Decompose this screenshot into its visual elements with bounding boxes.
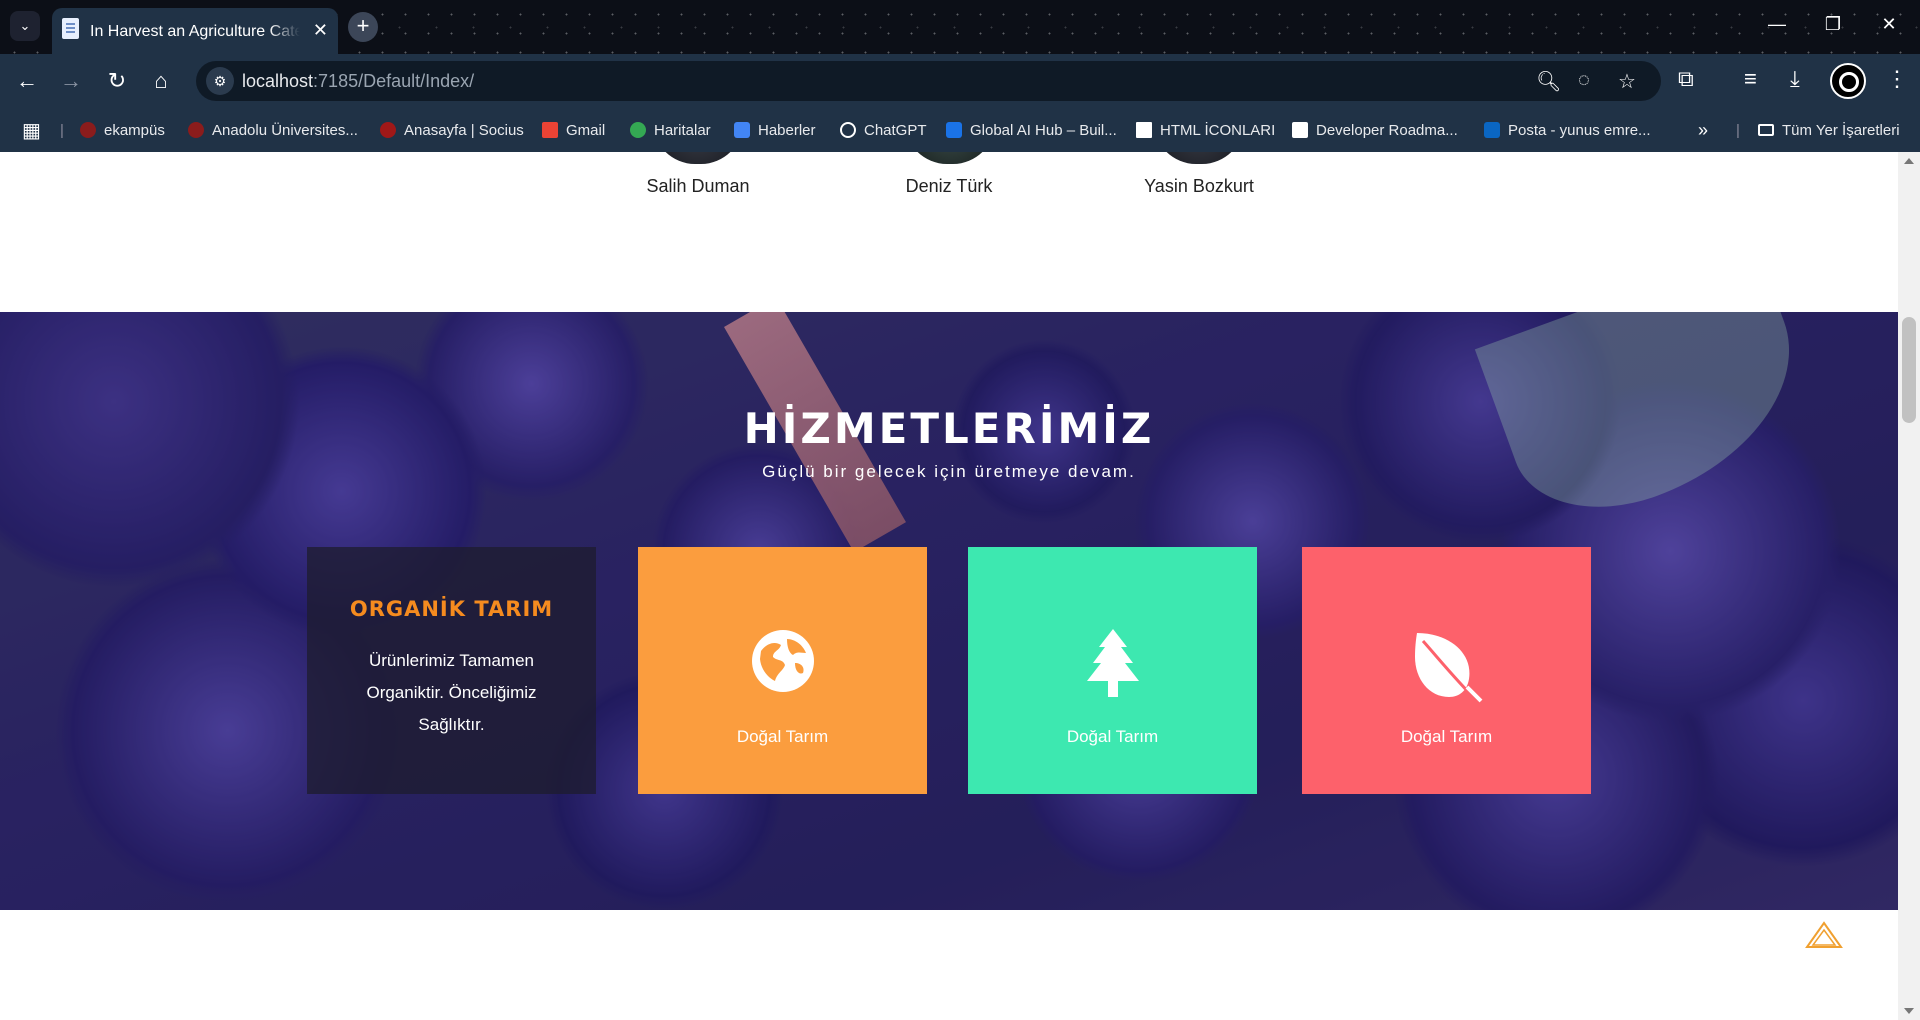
apps-icon[interactable]: ▦: [22, 108, 41, 152]
bookmark-label: Anasayfa | Socius: [404, 121, 524, 139]
menu-icon[interactable]: ⋮: [1886, 66, 1908, 92]
page-viewport: Salih Duman Deniz Türk Yasin Bozkurt HİZ…: [0, 152, 1898, 1020]
download-icon[interactable]: ⤓: [1790, 66, 1800, 92]
bookmark-item[interactable]: Global AI Hub – Buil...: [946, 108, 1117, 152]
service-card-label: Doğal Tarım: [736, 727, 829, 746]
media-control-icon[interactable]: ≡: [1744, 66, 1757, 92]
gmail-icon: [542, 122, 558, 138]
roadmap-icon: [1292, 122, 1308, 138]
minimize-icon[interactable]: —: [1762, 14, 1792, 35]
scroll-up-arrow-icon[interactable]: [1904, 158, 1914, 164]
global-ai-hub-icon: [946, 122, 962, 138]
bookmark-label: ekampüs: [104, 121, 165, 139]
bookmark-item[interactable]: Haberler: [734, 108, 816, 152]
url-text: localhost:7185/Default/Index/: [242, 71, 474, 92]
eye-off-icon[interactable]: ◌: [1578, 69, 1590, 92]
folder-icon: [1758, 124, 1774, 136]
reload-button[interactable]: ↻: [102, 68, 132, 94]
bookmark-item[interactable]: Developer Roadma...: [1292, 108, 1458, 152]
scrollbar-thumb[interactable]: [1902, 317, 1916, 423]
service-card-label: Doğal Tarım: [1066, 727, 1159, 746]
forward-button[interactable]: →: [56, 68, 86, 94]
page-scrollbar[interactable]: [1898, 152, 1920, 1020]
service-card[interactable]: Doğal Tarım: [1302, 547, 1591, 794]
services-subtitle: Güçlü bir gelecek için üretmeye devam.: [762, 462, 1136, 481]
browser-titlebar: ⌄ In Harvest an Agriculture Categ ✕ + — …: [0, 0, 1920, 54]
chatgpt-icon: [840, 122, 856, 138]
outlook-icon: [1484, 122, 1500, 138]
address-bar[interactable]: ⚙ localhost:7185/Default/Index/ 🔍︎ ◌ ☆: [196, 61, 1661, 101]
team-member-name: Salih Duman: [646, 176, 750, 196]
bookmark-item[interactable]: Posta - yunus emre...: [1484, 108, 1651, 152]
url-host: localhost: [242, 71, 314, 91]
chevron-right-icon[interactable]: »: [1698, 108, 1708, 152]
maps-pin-icon: [630, 122, 646, 138]
tab-search-button[interactable]: ⌄: [10, 11, 40, 41]
back-button[interactable]: ←: [12, 68, 42, 94]
bookmark-item[interactable]: ekampüs: [80, 108, 165, 152]
profile-avatar[interactable]: [1830, 63, 1866, 99]
bookmark-label: HTML İCONLARI: [1160, 121, 1276, 139]
leaf-icon: [1302, 629, 1591, 705]
home-button[interactable]: ⌂: [146, 68, 176, 94]
feature-text: Ürünlerimiz Tamamen Organiktir. Önceliği…: [366, 651, 537, 734]
bookmark-divider: |: [60, 121, 64, 139]
team-member-photo: [1154, 152, 1244, 164]
bookmark-favicon-icon: [380, 122, 396, 138]
all-bookmarks-button[interactable]: Tüm Yer İşaretleri: [1758, 108, 1900, 152]
service-card-label: Doğal Tarım: [1400, 727, 1493, 746]
bookmark-label: Anadolu Üniversites...: [212, 121, 358, 139]
browser-toolbar: ← → ↻ ⌂ ⚙ localhost:7185/Default/Index/ …: [0, 54, 1920, 108]
bookmark-item[interactable]: Anasayfa | Socius: [380, 108, 524, 152]
bookmark-label: Developer Roadma...: [1316, 121, 1458, 139]
bookmark-item[interactable]: HTML İCONLARI: [1136, 108, 1275, 152]
bookmark-favicon-icon: [188, 122, 204, 138]
team-member-photo: [905, 152, 995, 164]
bookmark-item[interactable]: ChatGPT: [840, 108, 927, 152]
globe-icon: [638, 629, 927, 699]
tree-icon: [968, 629, 1257, 699]
services-section: HİZMETLERİMİZ Güçlü bir gelecek için üre…: [0, 312, 1898, 910]
restore-icon[interactable]: ❐: [1818, 14, 1848, 35]
organic-farming-card: ORGANİK TARIM Ürünlerimiz Tamamen Organi…: [307, 547, 596, 794]
new-tab-button[interactable]: +: [348, 12, 378, 42]
extensions-icon[interactable]: ⧉: [1678, 66, 1694, 92]
news-icon: [734, 122, 750, 138]
team-member-name: Yasin Bozkurt: [1144, 176, 1254, 196]
bookmark-item[interactable]: Anadolu Üniversites...: [188, 108, 358, 152]
team-member-name: Deniz Türk: [905, 176, 993, 196]
services-title: HİZMETLERİMİZ: [743, 404, 1155, 453]
all-bookmarks-label: Tüm Yer İşaretleri: [1782, 121, 1900, 139]
close-icon[interactable]: ✕: [313, 20, 328, 41]
bookmark-label: Haritalar: [654, 121, 711, 139]
bookmark-item[interactable]: Gmail: [542, 108, 605, 152]
star-icon[interactable]: ☆: [1618, 69, 1636, 94]
bookmark-label: Haberler: [758, 121, 816, 139]
scroll-to-top-button[interactable]: [1804, 920, 1844, 955]
service-card[interactable]: Doğal Tarım: [638, 547, 927, 794]
scroll-down-arrow-icon[interactable]: [1904, 1008, 1914, 1014]
triangle-up-icon: [1805, 921, 1843, 948]
browser-tab-active[interactable]: In Harvest an Agriculture Categ ✕: [52, 8, 338, 54]
tab-title: In Harvest an Agriculture Categ: [90, 23, 300, 40]
bookmarks-bar: ▦ | ekampüs Anadolu Üniversites... Anasa…: [0, 108, 1920, 152]
service-card[interactable]: Doğal Tarım: [968, 547, 1257, 794]
window-close-icon[interactable]: ✕: [1874, 14, 1904, 35]
site-info-icon[interactable]: ⚙: [206, 67, 234, 95]
bookmark-label: Posta - yunus emre...: [1508, 121, 1651, 139]
bookmark-label: Global AI Hub – Buil...: [970, 121, 1117, 139]
bookmark-label: Gmail: [566, 121, 606, 139]
document-icon: [62, 18, 79, 39]
bookmark-favicon-icon: [80, 122, 96, 138]
url-path: :7185/Default/Index/: [313, 71, 475, 91]
bookmark-divider: |: [1736, 121, 1740, 139]
feature-title: ORGANİK TARIM: [349, 597, 554, 621]
zoom-icon[interactable]: 🔍︎: [1536, 69, 1561, 94]
team-member-photo: [653, 152, 743, 164]
bookmark-label: ChatGPT: [864, 121, 927, 139]
flag-icon: [1136, 122, 1152, 138]
bookmark-item[interactable]: Haritalar: [630, 108, 711, 152]
